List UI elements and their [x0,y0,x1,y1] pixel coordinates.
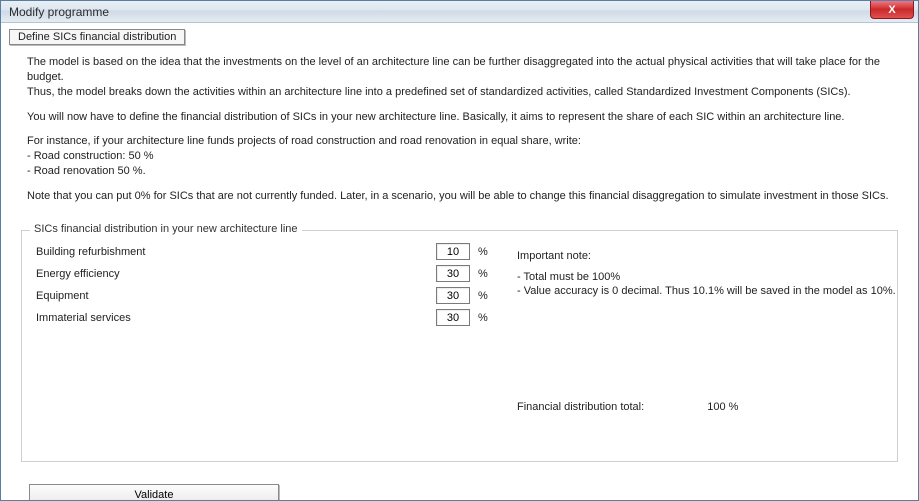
percent-sign: % [470,268,488,280]
total-value: 100 % [707,401,738,413]
tab-define-sics[interactable]: Define SICs financial distribution [9,29,185,45]
title-bar: Modify programme X [1,1,918,23]
sic-label: Equipment [36,290,436,302]
sic-value-input[interactable] [436,243,470,260]
sic-value-input[interactable] [436,309,470,326]
percent-sign: % [470,312,488,324]
sic-label: Building refurbishment [36,246,436,258]
content-area: Define SICs financial distribution The m… [1,23,918,500]
important-note: Important note: - Total must be 100% - V… [517,249,897,300]
window-frame: Modify programme X Define SICs financial… [0,0,919,501]
desc-line: Thus, the model breaks down the activiti… [27,85,892,100]
total-line: Financial distribution total: 100 % [517,401,738,413]
sics-fieldset: SICs financial distribution in your new … [21,230,898,462]
desc-line: The model is based on the idea that the … [27,55,892,85]
close-button[interactable]: X [870,1,914,19]
validate-area: Validate [29,484,910,500]
desc-line: For instance, if your architecture line … [27,134,892,149]
sic-value-input[interactable] [436,287,470,304]
percent-sign: % [470,246,488,258]
sic-label: Immaterial services [36,312,436,324]
validate-button[interactable]: Validate [29,484,279,500]
note-title: Important note: [517,249,897,264]
tab-row: Define SICs financial distribution [9,29,910,45]
note-line: - Total must be 100% [517,270,897,285]
description-block: The model is based on the idea that the … [9,51,910,224]
window-title: Modify programme [1,5,109,19]
sic-value-input[interactable] [436,265,470,282]
percent-sign: % [470,290,488,302]
note-line: - Value accuracy is 0 decimal. Thus 10.1… [517,284,897,299]
desc-line: You will now have to define the financia… [27,110,892,125]
sic-row: Immaterial services % [36,307,883,329]
desc-line: Note that you can put 0% for SICs that a… [27,189,892,204]
fieldset-legend: SICs financial distribution in your new … [30,223,302,235]
desc-line: - Road construction: 50 % [27,149,892,164]
close-icon: X [888,4,895,16]
sic-label: Energy efficiency [36,268,436,280]
desc-line: - Road renovation 50 %. [27,164,892,179]
total-label: Financial distribution total: [517,401,644,413]
